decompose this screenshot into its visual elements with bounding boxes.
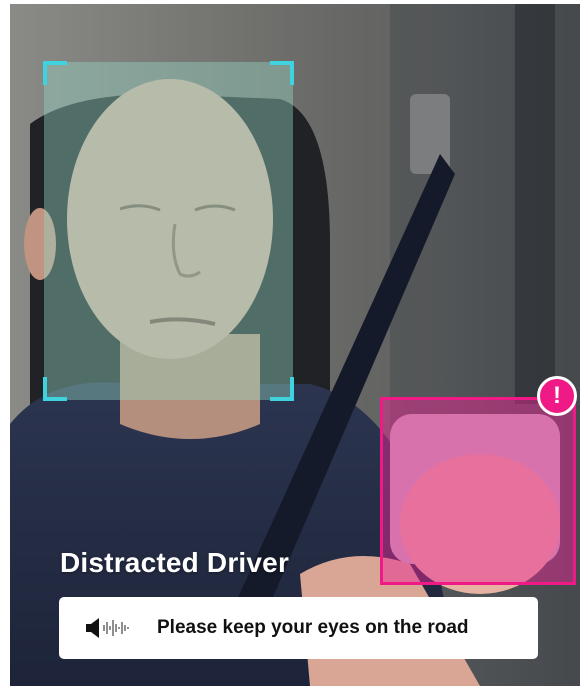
- status-title: Distracted Driver: [60, 547, 290, 578]
- alert-message: Please keep your eyes on the road: [157, 617, 469, 638]
- exclamation-badge-icon: !: [537, 376, 577, 416]
- face-box-corner-top-right: [270, 61, 294, 85]
- face-box-corner-bottom-left: [43, 377, 67, 401]
- face-box-corner-top-left: [43, 61, 67, 85]
- phone-detection-box: [380, 397, 576, 585]
- camera-feed: ! Distracted Driver Please keep your eye…: [10, 4, 580, 686]
- speaker-waveform-icon: [86, 618, 129, 638]
- alert-card: Please keep your eyes on the road: [59, 597, 538, 659]
- face-detection-box: [43, 61, 294, 401]
- face-box-corner-bottom-right: [270, 377, 294, 401]
